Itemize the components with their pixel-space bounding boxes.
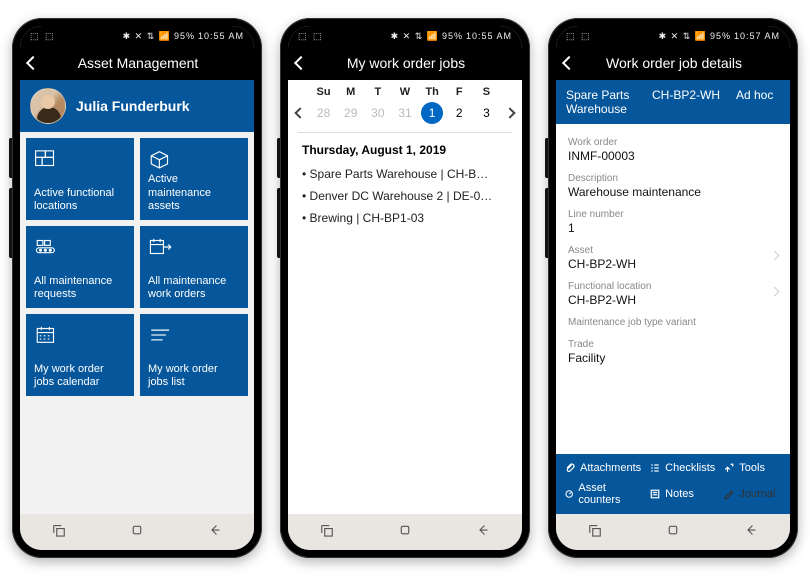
action-notes[interactable]: Notes — [645, 478, 719, 510]
back-button[interactable] — [206, 521, 224, 544]
event-item[interactable]: Spare Parts Warehouse | CH-B… — [302, 163, 508, 185]
tile-label: Active maintenance assets — [148, 173, 240, 214]
calendar-day[interactable]: 30 — [364, 102, 391, 124]
user-banner[interactable]: Julia Funderburk — [20, 80, 254, 132]
date-heading: Thursday, August 1, 2019 — [288, 133, 522, 163]
back-icon[interactable] — [294, 56, 308, 70]
field-description: Description Warehouse maintenance — [568, 168, 778, 204]
recents-button[interactable] — [586, 521, 604, 544]
action-journal[interactable]: Journal — [719, 478, 786, 510]
app-bar: Asset Management — [20, 46, 254, 80]
tile-label: Active functional locations — [34, 187, 126, 215]
field-work-order: Work order INMF-00003 — [568, 132, 778, 168]
recents-button[interactable] — [318, 521, 336, 544]
calendar-day[interactable]: 31 — [391, 102, 418, 124]
back-icon[interactable] — [26, 56, 40, 70]
status-notif-icons: ⬚ ⬚ — [30, 31, 56, 42]
calendar-week-row: 28 29 30 31 1 2 3 — [288, 100, 522, 126]
android-nav — [20, 514, 254, 550]
status-bar: ⬚ ⬚ ✱ ✕ ⇅ 📶 95% 10:55 AM — [288, 26, 522, 46]
action-checklists[interactable]: Checklists — [645, 458, 719, 478]
page-title: Asset Management — [48, 55, 228, 71]
location-grid-icon — [34, 146, 126, 172]
tile-my-work-order-jobs-calendar[interactable]: My work order jobs calendar — [26, 314, 134, 396]
android-nav — [556, 514, 790, 550]
header-col-2: CH-BP2-WH — [652, 88, 720, 102]
list-icon — [148, 322, 240, 348]
home-button[interactable] — [128, 521, 146, 544]
tile-my-work-order-jobs-list[interactable]: My work order jobs list — [140, 314, 248, 396]
recents-button[interactable] — [50, 521, 68, 544]
calendar-day[interactable]: 28 — [310, 102, 337, 124]
calendar-dow-row: Su M T W Th F S — [288, 80, 522, 100]
tile-grid: Active functional locations Active maint… — [20, 132, 254, 514]
package-icon — [148, 146, 240, 172]
action-bar: Attachments Checklists Tools Asset count… — [556, 454, 790, 514]
action-tools[interactable]: Tools — [719, 458, 786, 478]
field-asset[interactable]: Asset CH-BP2-WH — [568, 240, 778, 276]
phone-1: ⬚ ⬚ ✱ ✕ ⇅ 📶 95% 10:55 AM Asset Managemen… — [12, 18, 262, 558]
calendar-arrow-icon — [148, 234, 240, 260]
back-button[interactable] — [474, 521, 492, 544]
tile-all-maintenance-work-orders[interactable]: All maintenance work orders — [140, 226, 248, 308]
tile-label: My work order jobs list — [148, 363, 240, 391]
next-week-button[interactable] — [500, 109, 520, 117]
android-nav — [288, 514, 522, 550]
field-line-number: Line number 1 — [568, 204, 778, 240]
page-title: My work order jobs — [316, 55, 496, 71]
prev-week-button[interactable] — [290, 109, 310, 117]
app-bar: My work order jobs — [288, 46, 522, 80]
back-button[interactable] — [742, 521, 760, 544]
status-right: ✱ ✕ ⇅ 📶 95% 10:55 AM — [123, 31, 244, 42]
app-bar: Work order job details — [556, 46, 790, 80]
field-maintenance-job-type-variant: Maintenance job type variant — [568, 312, 778, 334]
action-asset-counters[interactable]: Asset counters — [560, 478, 645, 510]
conveyor-icon — [34, 234, 126, 260]
header-col-3: Ad hoc — [736, 88, 773, 102]
detail-header: Spare Parts Warehouse CH-BP2-WH Ad hoc — [556, 80, 790, 124]
header-col-1: Spare Parts Warehouse — [566, 88, 636, 116]
page-title: Work order job details — [584, 55, 764, 71]
user-name: Julia Funderburk — [76, 98, 190, 114]
calendar-day[interactable]: 29 — [337, 102, 364, 124]
field-list: Work order INMF-00003 Description Wareho… — [556, 124, 790, 370]
back-icon[interactable] — [562, 56, 576, 70]
tile-all-maintenance-requests[interactable]: All maintenance requests — [26, 226, 134, 308]
field-trade: Trade Facility — [568, 334, 778, 370]
field-functional-location[interactable]: Functional location CH-BP2-WH — [568, 276, 778, 312]
calendar-icon — [34, 322, 126, 348]
tile-active-functional-locations[interactable]: Active functional locations — [26, 138, 134, 220]
tile-label: All maintenance requests — [34, 275, 126, 303]
status-bar: ⬚ ⬚ ✱ ✕ ⇅ 📶 95% 10:55 AM — [20, 26, 254, 46]
home-button[interactable] — [664, 521, 682, 544]
event-item[interactable]: Brewing | CH-BP1-03 — [302, 207, 508, 229]
avatar — [30, 88, 66, 124]
action-attachments[interactable]: Attachments — [560, 458, 645, 478]
calendar-day[interactable]: 2 — [446, 102, 473, 124]
tile-active-maintenance-assets[interactable]: Active maintenance assets — [140, 138, 248, 220]
event-list: Spare Parts Warehouse | CH-B… Denver DC … — [288, 163, 522, 229]
tile-label: My work order jobs calendar — [34, 363, 126, 391]
phone-2: ⬚ ⬚ ✱ ✕ ⇅ 📶 95% 10:55 AM My work order j… — [280, 18, 530, 558]
status-bar: ⬚ ⬚ ✱ ✕ ⇅ 📶 95% 10:57 AM — [556, 26, 790, 46]
event-item[interactable]: Denver DC Warehouse 2 | DE-0… — [302, 185, 508, 207]
tile-label: All maintenance work orders — [148, 275, 240, 303]
calendar-day[interactable]: 3 — [473, 102, 500, 124]
calendar-day-selected[interactable]: 1 — [421, 102, 443, 124]
phone-3: ⬚ ⬚ ✱ ✕ ⇅ 📶 95% 10:57 AM Work order job … — [548, 18, 798, 558]
home-button[interactable] — [396, 521, 414, 544]
